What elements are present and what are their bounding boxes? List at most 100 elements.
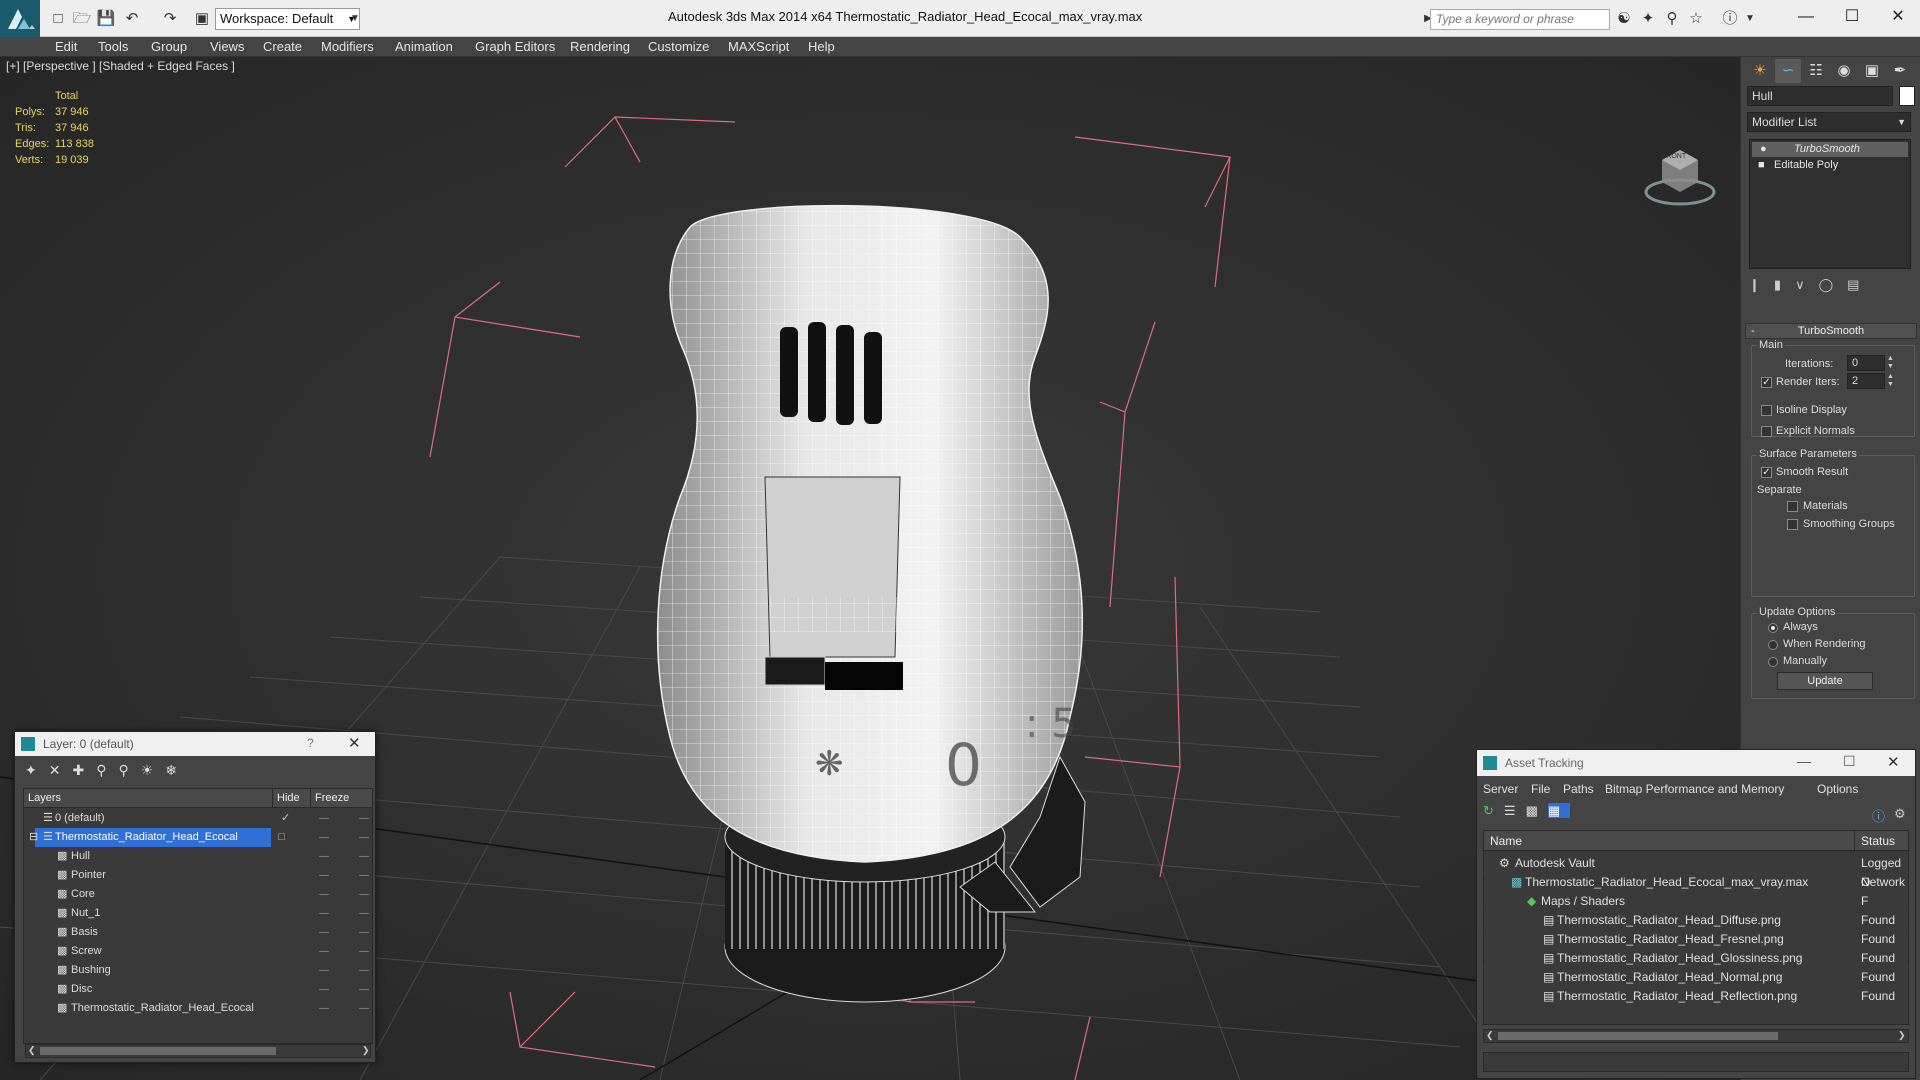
refresh-icon[interactable]: ↻ (1483, 803, 1504, 818)
scroll-thumb[interactable] (40, 1047, 276, 1055)
object-name-field[interactable]: Hull (1747, 86, 1893, 106)
asset-minimize-button[interactable]: — (1797, 753, 1811, 769)
asset-close-button[interactable]: ✕ (1887, 753, 1900, 771)
open-file-icon[interactable]: 🗁 (72, 9, 92, 29)
render-iters-spinner[interactable]: 2 (1847, 373, 1885, 389)
freeze-toggle[interactable]: — (359, 885, 369, 904)
hide-toggle[interactable]: — (319, 942, 329, 961)
layer-row-object[interactable]: ▩ Hull — — (23, 847, 373, 866)
freeze-toggle[interactable]: — (359, 980, 369, 999)
search-binoculars-icon[interactable]: ☯ (1614, 9, 1634, 29)
select-objects-icon[interactable]: ⚲ (96, 762, 118, 778)
save-file-icon[interactable]: 💾 (96, 9, 116, 29)
hide-toggle[interactable]: — (319, 999, 329, 1018)
layer-horizontal-scrollbar[interactable]: ❮ ❯ (25, 1044, 371, 1058)
update-button[interactable]: Update (1777, 672, 1873, 690)
spinner-arrows-icon[interactable]: ▲ ▼ (1887, 355, 1894, 371)
close-button[interactable]: ✕ (1878, 4, 1918, 30)
hide-toggle[interactable]: — (319, 828, 329, 847)
maximize-button[interactable]: ☐ (1832, 4, 1872, 30)
when-rendering-radio[interactable] (1768, 640, 1778, 650)
redo-icon[interactable]: ↷ (160, 9, 180, 29)
modifier-list-dropdown[interactable]: Modifier List ▼ (1747, 112, 1911, 132)
quick-access-dropdown-icon[interactable]: ▼ (345, 9, 365, 29)
object-color-swatch[interactable] (1899, 86, 1915, 106)
make-unique-icon[interactable]: ∨ (1795, 277, 1819, 292)
project-folder-icon[interactable]: ▣ (192, 9, 212, 29)
new-file-icon[interactable]: □ (48, 9, 68, 29)
layer-dialog-titlebar[interactable]: Layer: 0 (default) ? ✕ (15, 732, 375, 756)
layer-help-button[interactable]: ? (307, 736, 314, 750)
hide-toggle[interactable]: — (319, 809, 329, 828)
asset-row-scene-file[interactable]: ▩ Thermostatic_Radiator_Head_Ecocal_max_v… (1483, 873, 1909, 908)
render-iters-checkbox[interactable]: ✓ (1761, 377, 1772, 388)
manually-radio[interactable] (1768, 657, 1778, 667)
collapse-minus-icon[interactable]: ⊟ (29, 828, 38, 847)
help-icon[interactable]: ⓘ (1720, 9, 1740, 29)
layer-row-selected[interactable]: ⊟ ☰ Thermostatic_Radiator_Head_Ecocal □ — — (23, 828, 373, 847)
explicit-normals-checkbox[interactable] (1761, 426, 1772, 437)
modify-tab-icon[interactable]: ∽ (1775, 59, 1801, 83)
layer-checkbox[interactable]: □ (278, 828, 285, 847)
asset-row-bitmap[interactable]: ▤ Thermostatic_Radiator_Head_Diffuse.png F… (1483, 911, 1909, 930)
freeze-toggle[interactable]: — (359, 847, 369, 866)
asset-menu-server[interactable]: Server (1483, 782, 1518, 796)
list-view-icon[interactable]: ☰ (1504, 803, 1526, 818)
hierarchy-tab-icon[interactable]: ☷ (1803, 59, 1829, 83)
asset-maximize-button[interactable]: ☐ (1843, 753, 1856, 770)
scroll-thumb[interactable] (1498, 1032, 1778, 1040)
layer-row-object[interactable]: ▩ Basis — — (23, 923, 373, 942)
layer-row-object[interactable]: ▩ Thermostatic_Radiator_Head_Ecocal — — (23, 999, 373, 1018)
subscription-icon[interactable]: ✦ (1638, 9, 1658, 29)
menu-modifiers[interactable]: Modifiers (321, 39, 374, 54)
asset-settings-icon[interactable]: ⚙ (1894, 806, 1906, 822)
thumbnail-view-icon[interactable]: ▩ (1526, 803, 1548, 818)
stack-item-turbosmooth[interactable]: ● TurboSmooth (1752, 142, 1908, 157)
remove-modifier-icon[interactable]: ◯ (1819, 277, 1848, 292)
lightbulb-icon[interactable]: ● (1760, 142, 1767, 157)
viewcube-face-label[interactable]: FRONT (1662, 153, 1686, 160)
help-dropdown-icon[interactable]: ▼ (1740, 9, 1760, 29)
hide-toggle[interactable]: — (319, 847, 329, 866)
menu-edit[interactable]: Edit (55, 39, 77, 54)
menu-help[interactable]: Help (808, 39, 835, 54)
col-hide[interactable]: Hide (272, 789, 300, 808)
favorites-star-icon[interactable]: ☆ (1686, 9, 1706, 29)
create-tab-icon[interactable]: ☀ (1747, 59, 1773, 83)
workspace-dropdown[interactable]: Workspace: Default ▼ (215, 8, 360, 30)
table-view-icon[interactable]: ▦ (1547, 803, 1571, 818)
scroll-right-icon[interactable]: ❯ (1898, 1030, 1906, 1041)
asset-row-vault[interactable]: ⚙ Autodesk Vault Logged O (1483, 854, 1909, 889)
asset-row-maps-folder[interactable]: ◆ Maps / Shaders (1483, 892, 1909, 911)
col-status[interactable]: Status (1854, 831, 1895, 851)
iterations-spinner[interactable]: 0 (1847, 355, 1885, 371)
freeze-all-icon[interactable]: ❄ (165, 762, 189, 778)
menu-views[interactable]: Views (210, 39, 244, 54)
spinner-arrows-icon[interactable]: ▲ ▼ (1887, 373, 1894, 389)
menu-group[interactable]: Group (151, 39, 187, 54)
col-layers[interactable]: Layers (28, 789, 61, 808)
asset-menu-options[interactable]: Options (1817, 782, 1858, 796)
asset-menu-file[interactable]: File (1531, 782, 1550, 796)
smoothing-groups-checkbox[interactable] (1787, 519, 1798, 530)
communication-center-icon[interactable]: ⚲ (1662, 9, 1682, 29)
menu-graph-editors[interactable]: Graph Editors (475, 39, 555, 54)
layer-close-button[interactable]: ✕ (348, 734, 361, 752)
hide-toggle[interactable]: — (319, 961, 329, 980)
asset-row-bitmap[interactable]: ▤ Thermostatic_Radiator_Head_Fresnel.png F… (1483, 930, 1909, 949)
freeze-toggle[interactable]: — (359, 999, 369, 1018)
layer-row-object[interactable]: ▩ Core — — (23, 885, 373, 904)
hide-toggle[interactable]: — (319, 866, 329, 885)
materials-checkbox[interactable] (1787, 501, 1798, 512)
motion-tab-icon[interactable]: ◉ (1831, 59, 1857, 83)
menu-customize[interactable]: Customize (648, 39, 709, 54)
freeze-toggle[interactable]: — (359, 923, 369, 942)
new-layer-icon[interactable]: ✦ (25, 762, 49, 778)
asset-horizontal-scrollbar[interactable]: ❮ ❯ (1483, 1029, 1909, 1043)
asset-menu-paths[interactable]: Paths (1563, 782, 1594, 796)
menu-rendering[interactable]: Rendering (570, 39, 630, 54)
freeze-toggle[interactable]: — (359, 904, 369, 923)
hide-toggle[interactable]: — (319, 980, 329, 999)
menu-animation[interactable]: Animation (395, 39, 453, 54)
hide-toggle[interactable]: — (319, 885, 329, 904)
